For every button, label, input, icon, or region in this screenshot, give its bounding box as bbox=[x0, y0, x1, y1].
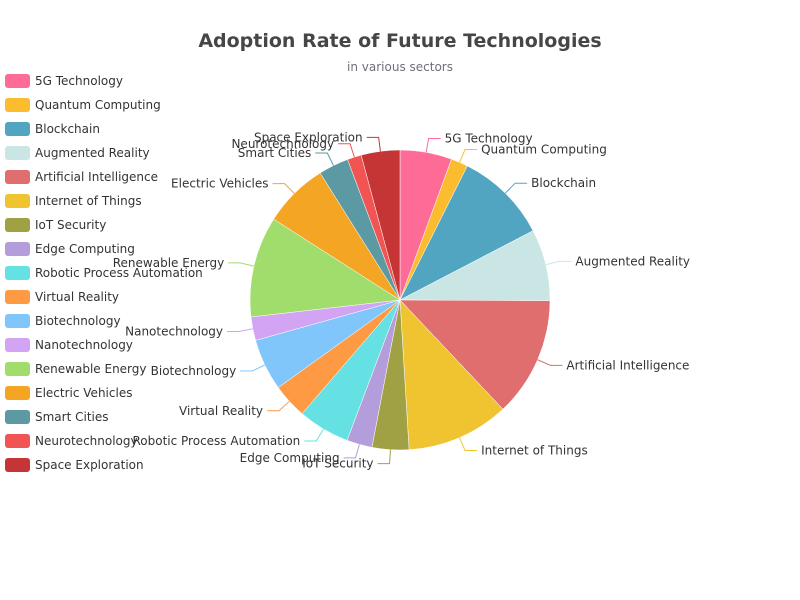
leader-line-internet-of-things bbox=[459, 437, 478, 452]
legend-label: Virtual Reality bbox=[35, 290, 119, 304]
legend-label: Artificial Intelligence bbox=[35, 170, 158, 184]
legend-item-edge-computing[interactable]: Edge Computing bbox=[5, 242, 135, 256]
legend-label: Edge Computing bbox=[35, 242, 135, 256]
legend-swatch bbox=[5, 338, 30, 352]
leader-line-neurotechnology bbox=[338, 143, 355, 158]
legend-swatch bbox=[5, 74, 30, 88]
legend-swatch bbox=[5, 290, 30, 304]
legend: 5G Technology Quantum Computing Blockchain… bbox=[5, 74, 203, 472]
leader-line-nanotechnology bbox=[227, 328, 253, 332]
legend-label: Renewable Energy bbox=[35, 362, 147, 376]
pie-chart: 5G Technology Quantum Computing Blockchain… bbox=[5, 74, 690, 472]
legend-label: Blockchain bbox=[35, 122, 100, 136]
legend-label: Nanotechnology bbox=[35, 338, 133, 352]
legend-label: Smart Cities bbox=[35, 410, 109, 424]
slice-label-augmented-reality: Augmented Reality bbox=[575, 254, 690, 268]
slice-label-blockchain: Blockchain bbox=[531, 176, 596, 190]
leader-line-quantum-computing bbox=[459, 148, 478, 163]
legend-swatch bbox=[5, 266, 30, 280]
slice-label-edge-computing: Edge Computing bbox=[240, 451, 340, 465]
leader-line-iot-security bbox=[377, 449, 391, 465]
legend-swatch bbox=[5, 194, 30, 208]
legend-swatch bbox=[5, 242, 30, 256]
leader-line-robotic-process-automation bbox=[304, 428, 324, 442]
leader-line-virtual-reality bbox=[267, 400, 290, 412]
legend-label: Augmented Reality bbox=[35, 146, 150, 160]
legend-item-electric-vehicles[interactable]: Electric Vehicles bbox=[5, 386, 132, 400]
slice-label-space-exploration: Space Exploration bbox=[254, 130, 363, 144]
slice-label-renewable-energy: Renewable Energy bbox=[113, 256, 225, 270]
legend-label: Space Exploration bbox=[35, 458, 144, 472]
legend-swatch bbox=[5, 386, 30, 400]
legend-swatch bbox=[5, 122, 30, 136]
slice-label-internet-of-things: Internet of Things bbox=[481, 444, 588, 458]
legend-item-renewable-energy[interactable]: Renewable Energy bbox=[5, 362, 147, 376]
legend-item-quantum-computing[interactable]: Quantum Computing bbox=[5, 98, 161, 112]
legend-label: Internet of Things bbox=[35, 194, 142, 208]
leader-line-augmented-reality bbox=[545, 260, 572, 266]
legend-swatch bbox=[5, 434, 30, 448]
legend-label: IoT Security bbox=[35, 218, 106, 232]
legend-item-space-exploration[interactable]: Space Exploration bbox=[5, 458, 144, 472]
leader-line-smart-cities bbox=[315, 152, 334, 166]
legend-item-internet-of-things[interactable]: Internet of Things bbox=[5, 194, 142, 208]
legend-swatch bbox=[5, 458, 30, 472]
legend-item-blockchain[interactable]: Blockchain bbox=[5, 122, 100, 136]
slice-label-artificial-intelligence: Artificial Intelligence bbox=[566, 358, 689, 372]
legend-label: 5G Technology bbox=[35, 74, 123, 88]
legend-item-iot-security[interactable]: IoT Security bbox=[5, 218, 106, 232]
legend-label: Neurotechnology bbox=[35, 434, 138, 448]
legend-swatch bbox=[5, 218, 30, 232]
legend-item-augmented-reality[interactable]: Augmented Reality bbox=[5, 146, 150, 160]
legend-swatch bbox=[5, 146, 30, 160]
leader-line-renewable-energy bbox=[228, 262, 254, 267]
slice-label-nanotechnology: Nanotechnology bbox=[125, 324, 223, 338]
leader-line-artificial-intelligence bbox=[537, 359, 563, 366]
pie-slices bbox=[249, 149, 551, 451]
legend-swatch bbox=[5, 362, 30, 376]
slice-label-virtual-reality: Virtual Reality bbox=[179, 404, 263, 418]
slice-label-robotic-process-automation: Robotic Process Automation bbox=[132, 434, 300, 448]
legend-swatch bbox=[5, 410, 30, 424]
legend-label: Biotechnology bbox=[35, 314, 121, 328]
legend-label: Electric Vehicles bbox=[35, 386, 132, 400]
slice-label-quantum-computing: Quantum Computing bbox=[481, 142, 607, 156]
legend-label: Quantum Computing bbox=[35, 98, 161, 112]
legend-item-neurotechnology[interactable]: Neurotechnology bbox=[5, 434, 138, 448]
leader-line-electric-vehicles bbox=[272, 183, 295, 194]
slice-label-biotechnology: Biotechnology bbox=[151, 364, 237, 378]
legend-item-biotechnology[interactable]: Biotechnology bbox=[5, 314, 121, 328]
legend-swatch bbox=[5, 314, 30, 328]
legend-swatch bbox=[5, 98, 30, 112]
leader-line-blockchain bbox=[504, 182, 528, 194]
leader-line-biotechnology bbox=[240, 364, 266, 372]
slice-label-electric-vehicles: Electric Vehicles bbox=[171, 177, 268, 191]
legend-swatch bbox=[5, 170, 30, 184]
legend-item-nanotechnology[interactable]: Nanotechnology bbox=[5, 338, 133, 352]
legend-item-5g-technology[interactable]: 5G Technology bbox=[5, 74, 123, 88]
legend-item-smart-cities[interactable]: Smart Cities bbox=[5, 410, 109, 424]
leader-line-5g-technology bbox=[425, 138, 441, 153]
legend-item-virtual-reality[interactable]: Virtual Reality bbox=[5, 290, 119, 304]
leader-line-space-exploration bbox=[366, 136, 381, 152]
legend-item-artificial-intelligence[interactable]: Artificial Intelligence bbox=[5, 170, 158, 184]
